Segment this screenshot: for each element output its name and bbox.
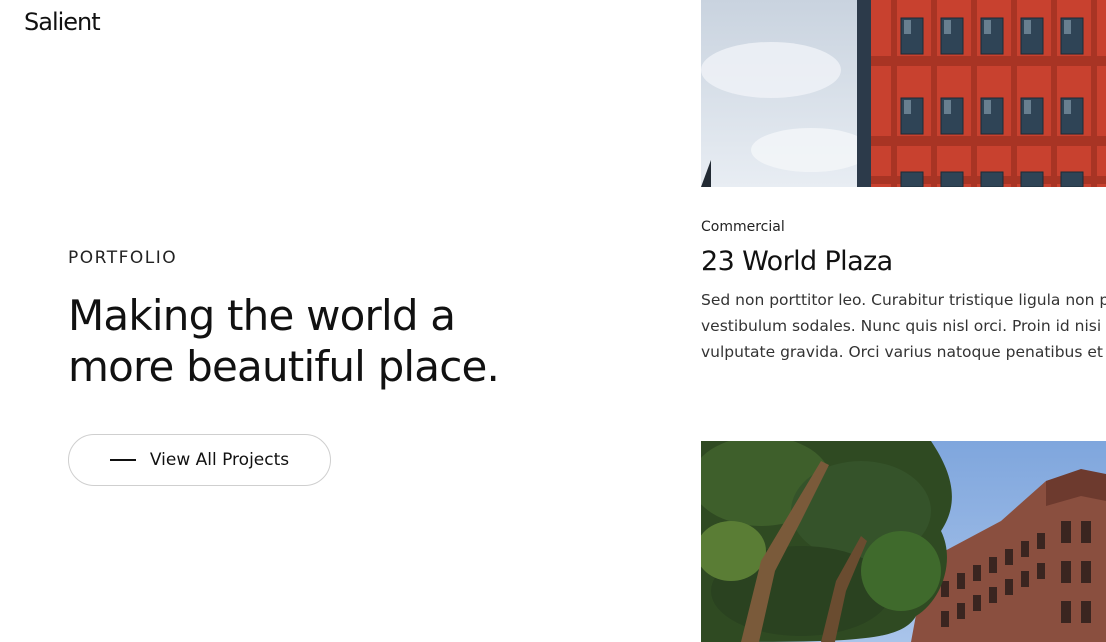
view-all-projects-label: View All Projects (149, 450, 290, 470)
description-line-2: vestibulum sodales. Nunc quis nisl orci.… (701, 317, 1102, 335)
portfolio-page: Salient PORTFOLIO Making the world a mor… (0, 0, 1106, 642)
portfolio-intro: PORTFOLIO Making the world a more beauti… (68, 248, 508, 392)
project-category[interactable]: Commercial (701, 219, 1106, 235)
description-line-1: Sed non porttitor leo. Curabitur tristiq… (701, 291, 1106, 309)
project-image-flatiron[interactable] (701, 441, 1106, 642)
site-logo[interactable]: Salient (24, 8, 101, 36)
project-card[interactable]: Commercial 23 World Plaza Sed non portti… (701, 219, 1106, 365)
headline-line-2: more beautiful place. (68, 342, 500, 391)
dash-icon (109, 459, 136, 461)
view-all-projects-button[interactable]: View All Projects (68, 434, 331, 486)
headline-line-1: Making the world a (68, 291, 456, 340)
project-image-red-building[interactable] (701, 0, 1106, 187)
section-headline: Making the world a more beautiful place. (68, 290, 508, 392)
red-building-photo (701, 0, 1106, 187)
project-description: Sed non porttitor leo. Curabitur tristiq… (701, 287, 1106, 365)
project-title[interactable]: 23 World Plaza (701, 246, 1106, 277)
flatiron-building-photo (701, 441, 1106, 642)
section-eyebrow: PORTFOLIO (68, 248, 178, 268)
description-line-3: vulputate gravida. Orci varius natoque p… (701, 343, 1106, 361)
